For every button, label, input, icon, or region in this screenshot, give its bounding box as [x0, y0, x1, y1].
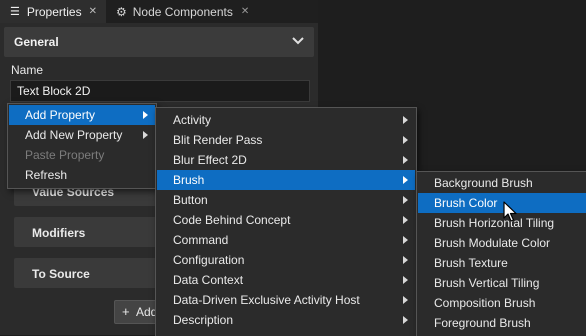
- menu-item-brush-horizontal-tiling[interactable]: Brush Horizontal Tiling: [418, 213, 586, 233]
- menu-item-code-behind-concept[interactable]: Code Behind Concept: [157, 210, 415, 230]
- name-field-value: Text Block 2D: [17, 84, 91, 98]
- name-label: Name: [11, 63, 44, 77]
- menu-item-blur-effect-2d[interactable]: Blur Effect 2D: [157, 150, 415, 170]
- mouse-cursor-icon: [503, 201, 517, 222]
- submenu-arrow-icon: [143, 111, 148, 119]
- brush-submenu: Background Brush Brush Color Brush Horiz…: [416, 171, 586, 336]
- menu-item-label: Blur Effect 2D: [173, 153, 247, 167]
- menu-item-blit-render-pass[interactable]: Blit Render Pass: [157, 130, 415, 150]
- menu-item-label: Paste Property: [25, 148, 105, 162]
- submenu-arrow-icon: [403, 296, 408, 304]
- menu-item-label: Configuration: [173, 253, 245, 267]
- to-source-title: To Source: [32, 267, 90, 281]
- menu-item-label: Button: [173, 193, 208, 207]
- submenu-arrow-icon: [403, 276, 408, 284]
- tab-properties-label: Properties: [26, 4, 82, 19]
- menu-item-label: Add New Property: [25, 128, 123, 142]
- general-section-title: General: [14, 35, 59, 49]
- menu-item-label: Blit Render Pass: [173, 133, 263, 147]
- menu-item-configuration[interactable]: Configuration: [157, 250, 415, 270]
- menu-item-background-brush[interactable]: Background Brush: [418, 173, 586, 193]
- menu-item-label: Data-Driven Exclusive Activity Host: [173, 293, 360, 307]
- menu-item-brush-vertical-tiling[interactable]: Brush Vertical Tiling: [418, 273, 586, 293]
- submenu-arrow-icon: [403, 136, 408, 144]
- menu-item-brush-texture[interactable]: Brush Texture: [418, 253, 586, 273]
- close-icon[interactable]: ✕: [241, 6, 249, 17]
- menu-item-label: Brush Modulate Color: [434, 236, 551, 250]
- menu-item-command[interactable]: Command: [157, 230, 415, 250]
- close-icon[interactable]: ✕: [89, 6, 97, 17]
- tab-node-components[interactable]: ⚙ Node Components ✕: [108, 0, 266, 23]
- chevron-down-icon[interactable]: [291, 34, 305, 48]
- submenu-arrow-icon: [403, 176, 408, 184]
- menu-item-description[interactable]: Description: [157, 310, 415, 330]
- menu-item-label: Brush Vertical Tiling: [434, 276, 540, 290]
- menu-item-foreground-brush[interactable]: Foreground Brush: [418, 313, 586, 333]
- node-components-icon: ⚙: [116, 4, 127, 19]
- name-field[interactable]: Text Block 2D: [10, 80, 310, 102]
- menu-item-activity[interactable]: Activity: [157, 110, 415, 130]
- menu-item-label: Composition Brush: [434, 296, 536, 310]
- submenu-arrow-icon: [143, 131, 148, 139]
- list-icon: ☰: [10, 6, 20, 18]
- menu-item-label: Brush Color: [434, 196, 498, 210]
- menu-item-brush-color[interactable]: Brush Color: [418, 193, 586, 213]
- menu-item-label: Description: [173, 313, 234, 327]
- menu-item-label: Refresh: [25, 168, 68, 182]
- menu-item-label: Add Property: [25, 108, 96, 122]
- menu-item-label: Foreground Brush: [434, 316, 531, 330]
- menu-item-composition-brush[interactable]: Composition Brush: [418, 293, 586, 313]
- menu-item-brush[interactable]: Brush: [157, 170, 415, 190]
- menu-item-label: Brush Texture: [434, 256, 508, 270]
- menu-item-label: Data Context: [173, 273, 244, 287]
- menu-item-label: Command: [173, 233, 229, 247]
- tab-bar: ☰ Properties ✕ ⚙ Node Components ✕: [0, 0, 318, 23]
- menu-item-add-property[interactable]: Add Property: [9, 105, 155, 125]
- menu-item-label: Background Brush: [434, 176, 533, 190]
- submenu-arrow-icon: [403, 156, 408, 164]
- menu-item-label: Brush Horizontal Tiling: [434, 216, 555, 230]
- menu-item-paste-property[interactable]: Paste Property: [9, 145, 155, 165]
- general-section-header[interactable]: General: [4, 27, 314, 57]
- menu-item-add-new-property[interactable]: Add New Property: [9, 125, 155, 145]
- property-submenu: Activity Blit Render Pass Blur Effect 2D…: [155, 107, 417, 336]
- menu-item-refresh[interactable]: Refresh: [9, 165, 155, 185]
- submenu-arrow-icon: [403, 216, 408, 224]
- context-menu: Add Property Add New Property Paste Prop…: [7, 103, 157, 189]
- menu-item-label: Brush: [173, 173, 205, 187]
- submenu-arrow-icon: [403, 316, 408, 324]
- menu-item-label: Activity: [173, 113, 212, 127]
- tab-properties[interactable]: ☰ Properties ✕: [0, 0, 106, 23]
- submenu-arrow-icon: [403, 196, 408, 204]
- menu-item-button[interactable]: Button: [157, 190, 415, 210]
- plus-icon: +: [122, 304, 130, 319]
- tab-node-components-label: Node Components: [132, 4, 233, 19]
- modifiers-title: Modifiers: [32, 226, 86, 240]
- submenu-arrow-icon: [403, 256, 408, 264]
- menu-item-label: Code Behind Concept: [173, 213, 291, 227]
- submenu-arrow-icon: [403, 116, 408, 124]
- submenu-arrow-icon: [403, 236, 408, 244]
- menu-item-data-context[interactable]: Data Context: [157, 270, 415, 290]
- menu-item-data-driven-exclusive-activity-host[interactable]: Data-Driven Exclusive Activity Host: [157, 290, 415, 310]
- menu-item-brush-modulate-color[interactable]: Brush Modulate Color: [418, 233, 586, 253]
